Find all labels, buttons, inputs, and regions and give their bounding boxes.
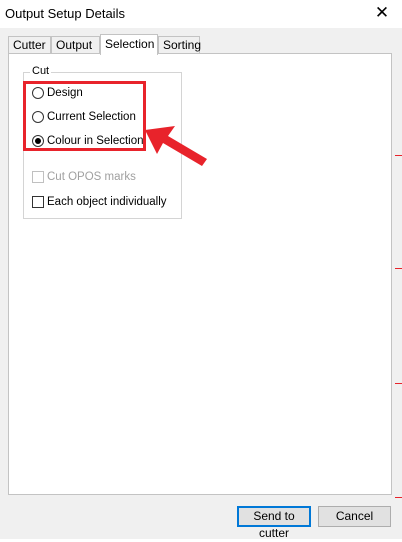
cancel-button[interactable]: Cancel — [318, 506, 391, 527]
checkbox-each-object-individually[interactable]: Each object individually — [32, 194, 167, 210]
output-setup-dialog: Output Setup Details ✕ Cutter Output Sel… — [0, 0, 402, 540]
send-to-cutter-button[interactable]: Send to cutter — [237, 506, 311, 540]
background-marker — [395, 497, 402, 498]
background-marker — [395, 383, 402, 384]
close-icon[interactable]: ✕ — [370, 2, 394, 26]
annotation-arrow-icon — [145, 126, 207, 166]
tab-selection[interactable]: Selection — [100, 34, 158, 55]
checkbox-cut-opos-marks: Cut OPOS marks — [32, 169, 136, 185]
checkbox-cut-opos-marks-label: Cut OPOS marks — [47, 171, 136, 183]
cut-group-label: Cut — [30, 65, 52, 77]
tab-output[interactable]: Output — [51, 36, 100, 53]
background-marker — [395, 268, 402, 269]
background-marker — [395, 155, 402, 156]
tab-sorting[interactable]: Sorting — [158, 36, 201, 53]
window-title: Output Setup Details — [5, 6, 125, 21]
highlight-box — [23, 81, 146, 151]
tab-cutter[interactable]: Cutter — [8, 36, 51, 53]
checkbox-cut-opos-marks-box — [32, 170, 44, 183]
checkbox-each-object-individually-box[interactable] — [32, 195, 44, 208]
title-bar: Output Setup Details ✕ — [0, 0, 402, 28]
checkbox-each-object-individually-label: Each object individually — [47, 196, 167, 208]
